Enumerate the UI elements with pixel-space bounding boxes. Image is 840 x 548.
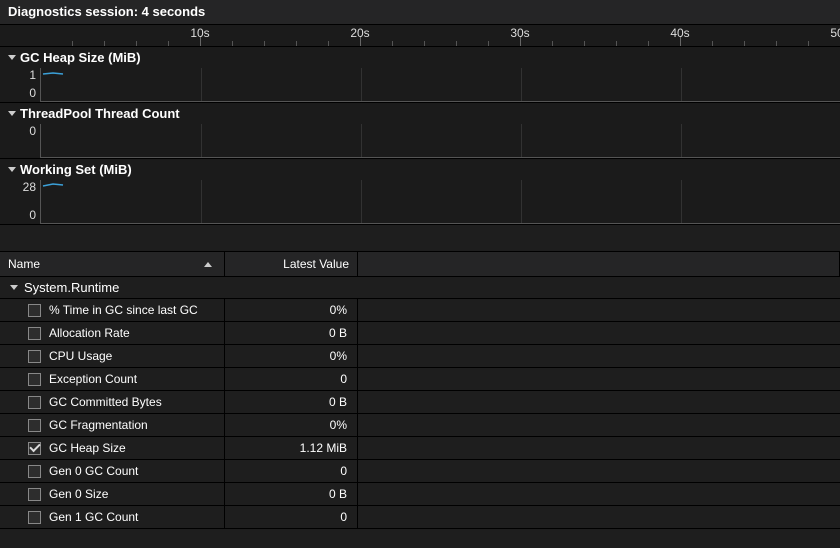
counter-value: 0 <box>340 372 347 386</box>
counter-name: Gen 1 GC Count <box>49 510 138 524</box>
counter-name: CPU Usage <box>49 349 112 363</box>
spark-line <box>41 68 81 102</box>
row-spacer <box>358 414 840 436</box>
graph-row: GC Heap Size (MiB)10 <box>0 47 840 103</box>
ruler-tick-label: 50s <box>830 26 840 40</box>
counter-group-row[interactable]: System.Runtime <box>0 277 840 299</box>
graph-plot[interactable] <box>40 180 840 224</box>
y-tick-label: 0 <box>29 208 36 222</box>
counter-value: 0% <box>330 349 347 363</box>
collapse-icon[interactable] <box>8 111 16 116</box>
counter-name: Gen 0 Size <box>49 487 108 501</box>
graph-title[interactable]: ThreadPool Thread Count <box>0 103 840 124</box>
row-spacer <box>358 506 840 528</box>
table-row[interactable]: Allocation Rate 0 B <box>0 322 840 345</box>
row-spacer <box>358 368 840 390</box>
graph-y-axis: 10 <box>0 68 40 102</box>
table-row[interactable]: % Time in GC since last GC 0% <box>0 299 840 322</box>
counter-name: GC Fragmentation <box>49 418 148 432</box>
counter-value: 1.12 MiB <box>300 441 347 455</box>
table-row[interactable]: Gen 1 GC Count 0 <box>0 506 840 529</box>
graph-row: Working Set (MiB) 28 0 <box>0 159 840 225</box>
counter-checkbox[interactable] <box>28 396 41 409</box>
counter-value: 0 B <box>329 326 347 340</box>
ruler-tick-label: 40s <box>670 26 689 40</box>
row-spacer <box>358 483 840 505</box>
y-tick-label: 1 <box>29 68 36 82</box>
graph-title-label: ThreadPool Thread Count <box>20 106 180 121</box>
collapse-icon[interactable] <box>10 285 18 290</box>
table-row[interactable]: GC Committed Bytes 0 B <box>0 391 840 414</box>
collapse-icon[interactable] <box>8 167 16 172</box>
graph-title[interactable]: Working Set (MiB) <box>0 159 840 180</box>
table-header: Name Latest Value <box>0 251 840 277</box>
row-spacer <box>358 299 840 321</box>
graph-title-label: Working Set (MiB) <box>20 162 132 177</box>
counter-value: 0% <box>330 303 347 317</box>
counter-checkbox[interactable] <box>28 419 41 432</box>
graph-row: ThreadPool Thread Count 0 <box>0 103 840 159</box>
session-title: Diagnostics session: 4 seconds <box>8 4 205 19</box>
y-tick-label: 0 <box>29 86 36 100</box>
table-row[interactable]: Exception Count 0 <box>0 368 840 391</box>
column-header-spacer <box>358 252 840 276</box>
counter-value: 0 B <box>329 487 347 501</box>
counter-name: Exception Count <box>49 372 137 386</box>
table-row[interactable]: GC Heap Size 1.12 MiB <box>0 437 840 460</box>
ruler-tick-label: 20s <box>350 26 369 40</box>
collapse-icon[interactable] <box>8 55 16 60</box>
graph-y-axis: 28 0 <box>0 180 40 224</box>
counter-value: 0 <box>340 510 347 524</box>
counter-name: GC Committed Bytes <box>49 395 162 409</box>
counter-value: 0 B <box>329 395 347 409</box>
counter-checkbox[interactable] <box>28 350 41 363</box>
counter-value: 0% <box>330 418 347 432</box>
table-row[interactable]: CPU Usage 0% <box>0 345 840 368</box>
counter-name: % Time in GC since last GC <box>49 303 198 317</box>
spark-line <box>41 180 81 224</box>
ruler-tick-label: 10s <box>190 26 209 40</box>
timeline-ruler[interactable]: 10s 20s 30s 40s 50s <box>0 25 840 47</box>
column-header-name[interactable]: Name <box>0 252 225 276</box>
column-header-value[interactable]: Latest Value <box>225 252 358 276</box>
graph-title-label: GC Heap Size (MiB) <box>20 50 141 65</box>
table-row[interactable]: Gen 0 GC Count 0 <box>0 460 840 483</box>
session-header: Diagnostics session: 4 seconds <box>0 0 840 25</box>
column-header-value-label: Latest Value <box>283 257 349 271</box>
counter-name: GC Heap Size <box>49 441 126 455</box>
graph-title[interactable]: GC Heap Size (MiB) <box>0 47 840 68</box>
panel-gap <box>0 225 840 251</box>
ruler-tick-label: 30s <box>510 26 529 40</box>
counter-checkbox[interactable] <box>28 488 41 501</box>
counter-name: Gen 0 GC Count <box>49 464 138 478</box>
counter-checkbox[interactable] <box>28 442 41 455</box>
counter-value: 0 <box>340 464 347 478</box>
y-tick-label: 28 <box>23 180 36 194</box>
table-row[interactable]: Gen 0 Size 0 B <box>0 483 840 506</box>
graph-y-axis: 0 <box>0 124 40 158</box>
graph-plot[interactable] <box>40 68 840 102</box>
counter-checkbox[interactable] <box>28 465 41 478</box>
y-tick-label: 0 <box>29 124 36 138</box>
counter-name: Allocation Rate <box>49 326 130 340</box>
row-spacer <box>358 391 840 413</box>
counter-checkbox[interactable] <box>28 511 41 524</box>
row-spacer <box>358 322 840 344</box>
sort-ascending-icon <box>204 262 212 267</box>
counter-group-label: System.Runtime <box>24 280 119 295</box>
row-spacer <box>358 460 840 482</box>
counter-checkbox[interactable] <box>28 373 41 386</box>
counters-table: Name Latest Value System.Runtime % Time i… <box>0 251 840 548</box>
table-row[interactable]: GC Fragmentation 0% <box>0 414 840 437</box>
counter-checkbox[interactable] <box>28 327 41 340</box>
row-spacer <box>358 437 840 459</box>
column-header-name-label: Name <box>8 257 40 271</box>
row-spacer <box>358 345 840 367</box>
counter-checkbox[interactable] <box>28 304 41 317</box>
graph-plot[interactable] <box>40 124 840 158</box>
